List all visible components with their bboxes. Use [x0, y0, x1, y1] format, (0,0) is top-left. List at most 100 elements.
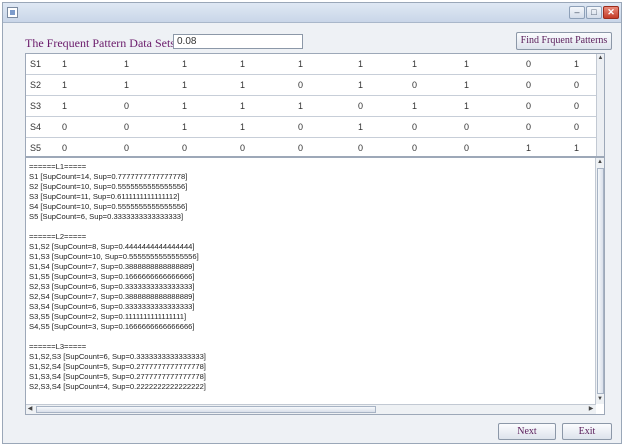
output-line: ======L1===== — [29, 162, 87, 171]
row-label: S2 — [30, 80, 42, 90]
output-line: S1,S5 [SupCount=3, Sup=0.166666666666666… — [29, 272, 195, 281]
table-cell[interactable]: 0 — [182, 138, 187, 158]
output-line: ======L3===== — [29, 342, 87, 351]
table-cell[interactable]: 0 — [298, 138, 303, 158]
table-cell[interactable]: 1 — [298, 96, 303, 116]
scroll-down-icon[interactable]: ▼ — [596, 395, 604, 403]
table-cell[interactable]: 1 — [464, 96, 469, 116]
table-cell[interactable]: 1 — [182, 96, 187, 116]
table-cell[interactable]: 1 — [412, 96, 417, 116]
output-line: ======L2===== — [29, 232, 87, 241]
title-bar[interactable]: – □ ✕ — [3, 3, 621, 23]
table-cell[interactable]: 1 — [298, 54, 303, 74]
table-cell[interactable]: 1 — [464, 54, 469, 74]
next-button[interactable]: Next — [498, 423, 556, 440]
table-cell[interactable]: 1 — [358, 117, 363, 137]
table-cell[interactable]: 0 — [574, 75, 579, 95]
table-cell[interactable]: 1 — [124, 54, 129, 74]
table-cell[interactable]: 0 — [124, 117, 129, 137]
scroll-left-icon[interactable]: ◀ — [26, 405, 34, 413]
table-cell[interactable]: 0 — [526, 96, 531, 116]
table-row[interactable]: S3 1 0 1 1 1 0 1 1 0 0 — [26, 96, 598, 117]
table-cell[interactable]: 0 — [298, 75, 303, 95]
output-line: S1,S3,S4 [SupCount=5, Sup=0.277777777777… — [29, 372, 206, 381]
table-scrollbar[interactable]: ▲ — [596, 54, 604, 156]
output-line: S1,S2 [SupCount=8, Sup=0.444444444444444… — [29, 242, 195, 251]
table-cell[interactable]: 1 — [62, 75, 67, 95]
table-cell[interactable]: 0 — [526, 75, 531, 95]
table-cell[interactable]: 1 — [412, 54, 417, 74]
row-label: S1 — [30, 59, 42, 69]
support-threshold-field[interactable]: 0.08 — [173, 34, 303, 49]
table-row[interactable]: S5 0 0 0 0 0 0 0 0 1 1 — [26, 138, 598, 159]
output-line: S3 [SupCount=11, Sup=0.6111111111111112] — [29, 192, 180, 201]
output-line: S3,S5 [SupCount=2, Sup=0.111111111111111… — [29, 312, 187, 321]
table-cell[interactable]: 0 — [358, 96, 363, 116]
scroll-up-icon[interactable]: ▲ — [597, 54, 604, 62]
table-cell[interactable]: 0 — [124, 96, 129, 116]
table-cell[interactable]: 1 — [464, 75, 469, 95]
table-cell[interactable]: 1 — [182, 117, 187, 137]
table-cell[interactable]: 1 — [182, 75, 187, 95]
table-cell[interactable]: 1 — [240, 75, 245, 95]
output-line: S2,S3 [SupCount=6, Sup=0.333333333333333… — [29, 282, 195, 291]
minimize-button[interactable]: – — [569, 6, 585, 19]
table-cell[interactable]: 1 — [240, 96, 245, 116]
row-label: S3 — [30, 101, 42, 111]
output-line: S1,S3 [SupCount=10, Sup=0.55555555555555… — [29, 252, 199, 261]
close-button[interactable]: ✕ — [603, 6, 619, 19]
row-label: S5 — [30, 143, 42, 153]
table-cell[interactable]: 0 — [412, 75, 417, 95]
row-label: S4 — [30, 122, 42, 132]
output-line: S1 [SupCount=14, Sup=0.7777777777777778] — [29, 172, 188, 181]
output-line: S2 [SupCount=10, Sup=0.5555555555555556] — [29, 182, 188, 191]
maximize-button[interactable]: □ — [586, 6, 602, 19]
table-cell[interactable]: 1 — [358, 54, 363, 74]
table-cell[interactable]: 0 — [574, 117, 579, 137]
table-cell[interactable]: 1 — [358, 75, 363, 95]
table-cell[interactable]: 0 — [574, 96, 579, 116]
table-cell[interactable]: 0 — [526, 54, 531, 74]
output-vertical-scrollbar[interactable]: ▲ ▼ — [595, 158, 604, 404]
table-cell[interactable]: 1 — [124, 75, 129, 95]
find-frequent-patterns-button[interactable]: Find Frquent Patterns — [516, 32, 612, 50]
scroll-up-icon[interactable]: ▲ — [596, 158, 604, 166]
table-cell[interactable]: 0 — [358, 138, 363, 158]
scroll-right-icon[interactable]: ▶ — [587, 405, 595, 413]
table-row[interactable]: S2 1 1 1 1 0 1 0 1 0 0 — [26, 75, 598, 96]
horizontal-scroll-thumb[interactable] — [36, 406, 376, 413]
exit-button[interactable]: Exit — [562, 423, 612, 440]
table-cell[interactable]: 0 — [412, 138, 417, 158]
table-cell[interactable]: 0 — [62, 138, 67, 158]
table-cell[interactable]: 1 — [574, 138, 579, 158]
dataset-table: S1 1 1 1 1 1 1 1 1 0 1 S2 1 1 1 1 0 1 0 1 0 0 S3 1 0 1 1 1 0 1 1 0 0 S4 0 0… — [25, 53, 605, 159]
table-cell[interactable]: 0 — [240, 138, 245, 158]
table-cell[interactable]: 0 — [124, 138, 129, 158]
table-cell[interactable]: 0 — [412, 117, 417, 137]
table-row[interactable]: S1 1 1 1 1 1 1 1 1 0 1 — [26, 54, 598, 75]
output-horizontal-scrollbar[interactable]: ◀ ▶ — [26, 404, 596, 414]
table-cell[interactable]: 0 — [526, 117, 531, 137]
table-cell[interactable]: 1 — [574, 54, 579, 74]
table-cell[interactable]: 1 — [240, 54, 245, 74]
output-line: S1,S4 [SupCount=7, Sup=0.388888888888888… — [29, 262, 195, 271]
table-row[interactable]: S4 0 0 1 1 0 1 0 0 0 0 — [26, 117, 598, 138]
table-cell[interactable]: 1 — [182, 54, 187, 74]
table-cell[interactable]: 0 — [464, 138, 469, 158]
app-icon — [7, 7, 18, 18]
table-cell[interactable]: 1 — [62, 54, 67, 74]
output-line: S1,S2,S3 [SupCount=6, Sup=0.333333333333… — [29, 352, 206, 361]
table-cell[interactable]: 0 — [62, 117, 67, 137]
table-cell[interactable]: 1 — [62, 96, 67, 116]
table-cell[interactable]: 0 — [298, 117, 303, 137]
output-line: S4 [SupCount=10, Sup=0.5555555555555556] — [29, 202, 188, 211]
table-cell[interactable]: 0 — [464, 117, 469, 137]
output-line: S2,S4 [SupCount=7, Sup=0.388888888888888… — [29, 292, 195, 301]
table-cell[interactable]: 1 — [526, 138, 531, 158]
table-cell[interactable]: 1 — [240, 117, 245, 137]
vertical-scroll-thumb[interactable] — [597, 168, 604, 394]
output-line: S4,S5 [SupCount=3, Sup=0.166666666666666… — [29, 322, 195, 331]
output-line: S1,S2,S4 [SupCount=5, Sup=0.277777777777… — [29, 362, 206, 371]
output-line: S3,S4 [SupCount=6, Sup=0.333333333333333… — [29, 302, 195, 311]
output-line: S5 [SupCount=6, Sup=0.3333333333333333] — [29, 212, 184, 221]
